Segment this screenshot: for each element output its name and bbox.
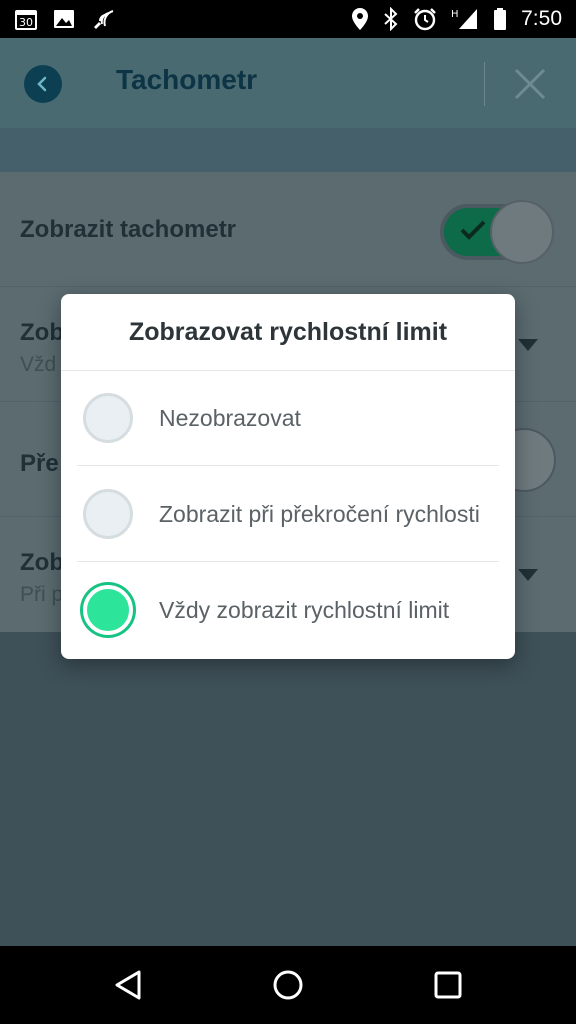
speed-limit-dialog: Zobrazovat rychlostní limit Nezobrazovat… bbox=[61, 294, 515, 659]
home-circle-icon bbox=[273, 970, 303, 1000]
radio-unchecked[interactable] bbox=[83, 393, 133, 443]
status-bar-right: H 7:50 bbox=[351, 7, 562, 31]
back-nav-button[interactable] bbox=[108, 965, 148, 1005]
close-icon bbox=[514, 68, 546, 100]
page-title: Tachometr bbox=[116, 64, 258, 95]
setting-label: Zob bbox=[20, 319, 64, 346]
setting-label: Zob bbox=[20, 549, 64, 576]
check-icon bbox=[460, 220, 486, 240]
setting-sub: Vžd bbox=[20, 353, 57, 376]
status-bar: 30 H 7:50 bbox=[0, 0, 576, 38]
square-recents-icon bbox=[434, 971, 462, 999]
option-when-speeding[interactable]: Zobrazit při překročení rychlosti bbox=[77, 467, 499, 562]
radio-unchecked[interactable] bbox=[83, 489, 133, 539]
chevron-down-icon bbox=[518, 569, 538, 581]
image-icon bbox=[52, 7, 76, 31]
setting-label: Pře bbox=[20, 450, 59, 477]
setting-row-show-speedometer[interactable]: Zobrazit tachometr bbox=[0, 172, 576, 287]
battery-icon bbox=[493, 7, 507, 31]
alarm-icon bbox=[413, 7, 437, 31]
close-button[interactable] bbox=[510, 64, 550, 104]
back-button[interactable] bbox=[24, 65, 62, 103]
option-label: Vždy zobrazit rychlostní limit bbox=[159, 597, 450, 623]
home-nav-button[interactable] bbox=[268, 965, 308, 1005]
speedometer-toggle[interactable] bbox=[440, 200, 554, 264]
clock: 7:50 bbox=[521, 7, 562, 30]
dialog-title: Zobrazovat rychlostní limit bbox=[61, 294, 515, 371]
chevron-down-icon bbox=[518, 339, 538, 351]
section-gap bbox=[0, 128, 576, 172]
recents-nav-button[interactable] bbox=[428, 965, 468, 1005]
setting-label: Zobrazit tachometr bbox=[20, 216, 237, 243]
status-bar-left: 30 bbox=[14, 7, 116, 31]
wifi-calling-icon bbox=[90, 7, 116, 31]
app-bar-divider bbox=[484, 62, 485, 106]
option-always[interactable]: Vždy zobrazit rychlostní limit bbox=[77, 563, 499, 658]
option-label: Zobrazit při překročení rychlosti bbox=[159, 501, 480, 527]
option-never[interactable]: Nezobrazovat bbox=[77, 371, 499, 466]
radio-checked[interactable] bbox=[83, 585, 133, 635]
calendar-day: 30 bbox=[19, 16, 33, 29]
triangle-back-icon bbox=[115, 970, 141, 1000]
toggle-knob bbox=[490, 200, 554, 264]
setting-sub: Při p bbox=[20, 583, 64, 606]
location-icon bbox=[351, 7, 369, 31]
network-type: H bbox=[451, 9, 459, 20]
scrim-area[interactable] bbox=[0, 632, 576, 946]
calendar-icon: 30 bbox=[14, 7, 38, 31]
app-bar: Tachometr bbox=[0, 38, 576, 128]
option-label: Nezobrazovat bbox=[159, 405, 301, 431]
navigation-bar bbox=[0, 946, 576, 1024]
chevron-left-icon bbox=[37, 76, 47, 92]
bluetooth-icon bbox=[383, 7, 399, 31]
signal-icon: H bbox=[451, 7, 479, 31]
